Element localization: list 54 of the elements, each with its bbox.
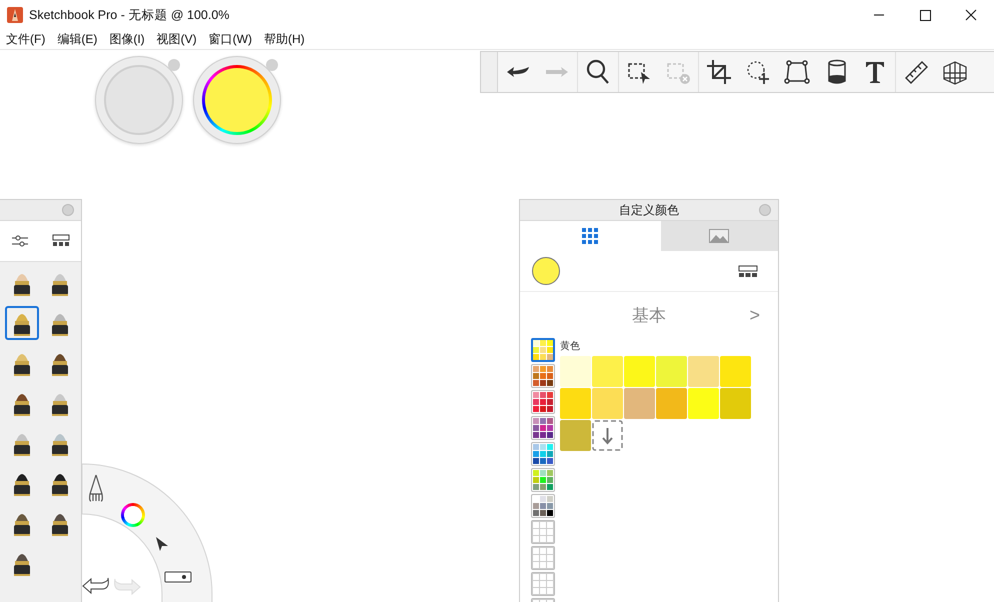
undo-icon[interactable] xyxy=(82,577,110,595)
app-logo-icon xyxy=(7,7,23,23)
crop-icon xyxy=(704,57,734,87)
swatch-set-thumbnail[interactable] xyxy=(531,364,555,388)
color-swatch[interactable] xyxy=(688,356,719,387)
brush-settings-icon[interactable] xyxy=(11,234,30,248)
menu-item[interactable]: 视图(V) xyxy=(156,31,197,48)
toolbar-grip[interactable] xyxy=(481,52,498,92)
grid-icon xyxy=(582,228,598,244)
toggle-icon[interactable] xyxy=(164,571,192,583)
swatch-set-thumbnail[interactable] xyxy=(531,468,555,492)
color-swatch[interactable] xyxy=(624,356,655,387)
brush-tool-button[interactable] xyxy=(5,306,39,340)
menu-item[interactable]: 编辑(E) xyxy=(57,31,98,48)
menu-item[interactable]: 帮助(H) xyxy=(264,31,305,48)
panel-title: 自定义颜色 xyxy=(619,202,679,218)
color-swatch[interactable] xyxy=(624,388,655,419)
color-swatch[interactable] xyxy=(656,356,687,387)
add-swatch-icon[interactable] xyxy=(592,420,623,451)
color-swatch[interactable] xyxy=(560,388,591,419)
cursor-icon[interactable] xyxy=(155,536,169,552)
menu-item[interactable]: 窗口(W) xyxy=(208,31,252,48)
brush-icon[interactable] xyxy=(87,474,105,502)
swatch-set-thumbnail[interactable] xyxy=(531,416,555,440)
color-swatch[interactable] xyxy=(560,420,591,451)
crop-tool-button[interactable] xyxy=(704,57,734,87)
color-swatch[interactable] xyxy=(720,356,751,387)
swatch-set-thumbnail[interactable] xyxy=(531,338,555,362)
color-swatch[interactable] xyxy=(592,388,623,419)
swatch-set-name: 基本 xyxy=(632,304,666,326)
swatch-set-thumbnail[interactable] xyxy=(531,442,555,466)
menu-item[interactable]: 图像(I) xyxy=(109,31,145,48)
image-icon xyxy=(709,229,730,243)
next-set-button[interactable]: > xyxy=(749,304,760,326)
swatch-set-thumbnail[interactable] xyxy=(531,494,555,518)
color-swatch[interactable] xyxy=(592,356,623,387)
color-swatch[interactable] xyxy=(656,388,687,419)
swatch-set-thumbnail[interactable] xyxy=(531,572,555,596)
swatch-set-thumbnail[interactable] xyxy=(531,390,555,414)
swatch-group-label: 黄色 xyxy=(560,340,581,353)
swatch-set-thumbnail[interactable] xyxy=(531,520,555,544)
window-title: Sketchbook Pro - 无标题 @ 100.0% xyxy=(29,6,230,24)
color-swatch[interactable] xyxy=(688,388,719,419)
menu-item[interactable]: 文件(F) xyxy=(6,31,46,48)
color-swatch[interactable] xyxy=(560,356,591,387)
puck-handle[interactable] xyxy=(266,59,278,71)
drawing-canvas[interactable]: 自定义颜色 基本 > 黄色 xyxy=(0,50,994,602)
swatches-tab[interactable] xyxy=(520,221,661,251)
brush-library-icon[interactable] xyxy=(52,234,70,248)
swatch-library-icon[interactable] xyxy=(738,264,758,278)
swatch-set-thumbnail[interactable] xyxy=(531,546,555,570)
puck-handle[interactable] xyxy=(168,59,180,71)
current-color-swatch[interactable] xyxy=(532,257,560,285)
color-swatch[interactable] xyxy=(720,388,751,419)
